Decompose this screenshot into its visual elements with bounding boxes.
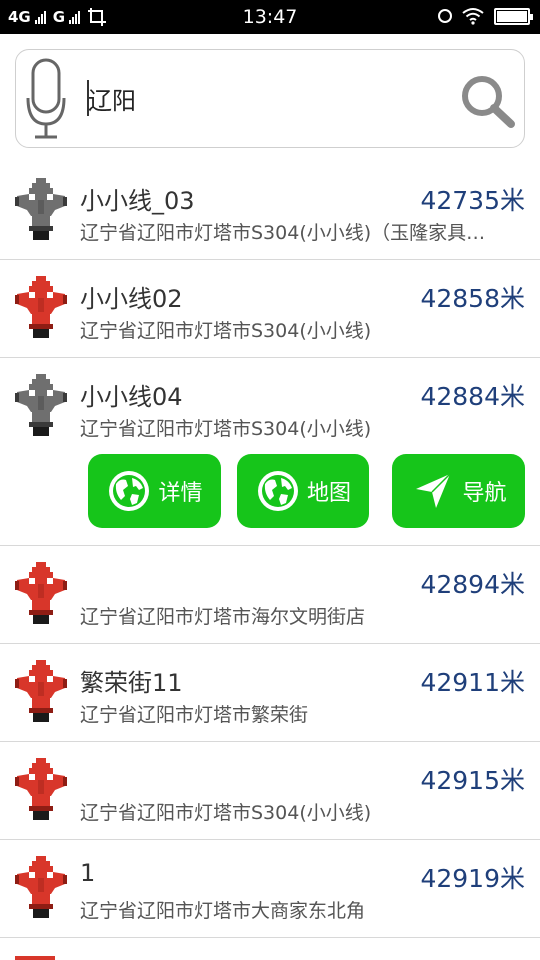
search-icon[interactable]	[459, 74, 517, 128]
result-address: 辽宁省辽阳市灯塔市S304(小小线)	[80, 320, 372, 342]
details-button[interactable]: 详情	[88, 454, 221, 528]
list-item[interactable]: 42894米 辽宁省辽阳市灯塔市海尔文明街店	[0, 546, 540, 644]
status-bar: 4G G 13:47	[0, 0, 540, 34]
result-distance: 42894米	[420, 570, 525, 599]
result-address: 辽宁省辽阳市灯塔市繁荣街	[80, 704, 309, 726]
result-address: 辽宁省辽阳市灯塔市S304(小小线)	[80, 418, 372, 440]
results-list: 小小线_03 42735米 辽宁省辽阳市灯塔市S304(小小线)（玉隆家具… 小…	[0, 162, 540, 938]
navigation-arrow-icon	[416, 473, 452, 508]
result-name: 小小线04	[80, 383, 183, 411]
wifi-icon	[462, 8, 484, 25]
battery-icon	[494, 7, 533, 25]
details-label: 详情	[158, 481, 203, 506]
list-item[interactable]: 繁荣街11 42911米 辽宁省辽阳市灯塔市繁荣街	[0, 644, 540, 742]
fire-hydrant-icon	[15, 562, 67, 624]
result-distance: 42915米	[420, 766, 525, 795]
fire-hydrant-icon	[15, 856, 67, 918]
search-input[interactable]	[88, 76, 448, 120]
list-item[interactable]: 1 42919米 辽宁省辽阳市灯塔市大商家东北角	[0, 840, 540, 938]
list-item-expanded[interactable]: 小小线04 42884米 辽宁省辽阳市灯塔市S304(小小线) 详情 地图 导航	[0, 358, 540, 546]
fire-hydrant-icon	[15, 276, 67, 338]
result-distance: 42919米	[420, 864, 525, 893]
map-button[interactable]: 地图	[237, 454, 369, 528]
result-name: 小小线02	[80, 285, 183, 313]
action-buttons: 详情 地图 导航	[0, 454, 540, 532]
result-distance: 42858米	[420, 284, 525, 313]
fire-hydrant-icon	[15, 374, 67, 436]
next-item-peek	[15, 956, 55, 960]
list-item[interactable]: 小小线_03 42735米 辽宁省辽阳市灯塔市S304(小小线)（玉隆家具…	[0, 162, 540, 260]
result-address: 辽宁省辽阳市灯塔市S304(小小线)（玉隆家具…	[80, 222, 486, 244]
map-label: 地图	[306, 481, 351, 506]
result-distance: 42911米	[420, 668, 525, 697]
fire-hydrant-icon	[15, 758, 67, 820]
status-icons	[438, 7, 533, 25]
result-name: 繁荣街11	[80, 669, 183, 697]
alarm-icon	[438, 9, 452, 23]
navigate-button[interactable]: 导航	[392, 454, 525, 528]
globe-icon	[109, 471, 150, 511]
result-name: 小小线_03	[80, 187, 195, 215]
list-item[interactable]: 小小线02 42858米 辽宁省辽阳市灯塔市S304(小小线)	[0, 260, 540, 358]
result-address: 辽宁省辽阳市灯塔市大商家东北角	[80, 900, 366, 922]
fire-hydrant-icon	[15, 660, 67, 722]
text-cursor	[87, 80, 89, 116]
result-distance: 42884米	[420, 382, 525, 411]
search-bar	[15, 49, 525, 148]
globe-icon	[257, 471, 298, 511]
result-address: 辽宁省辽阳市灯塔市S304(小小线)	[80, 802, 372, 824]
result-name: 1	[80, 859, 96, 887]
list-item[interactable]: 42915米 辽宁省辽阳市灯塔市S304(小小线)	[0, 742, 540, 840]
result-address: 辽宁省辽阳市灯塔市海尔文明街店	[80, 606, 366, 628]
navigate-label: 导航	[462, 481, 507, 506]
result-distance: 42735米	[420, 186, 525, 215]
microphone-icon[interactable]	[25, 58, 67, 140]
fire-hydrant-icon	[15, 178, 67, 240]
